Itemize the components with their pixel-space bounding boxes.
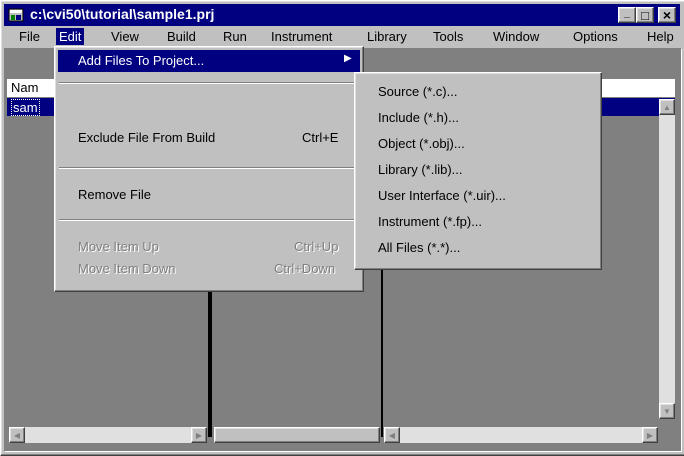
menu-window[interactable]: Window xyxy=(490,28,542,45)
submenu-arrow-icon: ▶ xyxy=(344,53,352,64)
menu-item-exclude-file[interactable]: Exclude File From Build Ctrl+E xyxy=(58,127,360,149)
menu-item-add-files-label: Add Files To Project... xyxy=(78,53,205,68)
menu-build[interactable]: Build xyxy=(164,28,199,45)
menu-library-label: Library xyxy=(367,29,407,44)
menu-tools-label: Tools xyxy=(433,29,464,44)
add-files-submenu: Source (*.c)... Include (*.h)... Object … xyxy=(354,72,602,270)
menu-run-label: Run xyxy=(223,29,247,44)
menu-help-label: Help xyxy=(647,29,674,44)
menu-options[interactable]: Options xyxy=(570,28,621,45)
submenu-item-all-files-label: All Files (*.*)... xyxy=(378,240,461,255)
menu-item-remove-file[interactable]: Remove File xyxy=(58,184,360,206)
scroll-right-button[interactable]: ▶ xyxy=(642,427,658,443)
maximize-button[interactable]: □ xyxy=(636,7,654,23)
minimize-button[interactable]: _ xyxy=(618,7,636,23)
arrow-down-icon: ▼ xyxy=(663,406,671,416)
arrow-left-icon: ◀ xyxy=(13,430,21,440)
menu-tools[interactable]: Tools xyxy=(430,28,466,45)
project-file-name: sam xyxy=(11,99,40,116)
horizontal-scrollbar[interactable]: ◀ ▶ xyxy=(384,427,658,443)
menu-run[interactable]: Run xyxy=(220,28,250,45)
submenu-item-user-interface-label: User Interface (*.uir)... xyxy=(378,188,506,203)
menu-instrument-label: Instrument xyxy=(271,29,333,44)
column-name-header[interactable]: Nam xyxy=(11,80,38,95)
menu-item-move-up[interactable]: Move Item Up Ctrl+Up xyxy=(58,237,360,257)
edit-menu: Add Files To Project... ▶ Exclude File F… xyxy=(54,46,364,292)
menu-separator xyxy=(59,219,359,221)
menu-view-label: View xyxy=(111,29,139,44)
cvi-project-icon xyxy=(8,8,24,22)
submenu-item-include-label: Include (*.h)... xyxy=(378,110,459,125)
submenu-item-object-label: Object (*.obj)... xyxy=(378,136,465,151)
menu-view[interactable]: View xyxy=(108,28,142,45)
menu-library[interactable]: Library xyxy=(364,28,410,45)
shortcut-ctrl-e: Ctrl+E xyxy=(302,130,339,145)
menu-item-move-down[interactable]: Move Item Down Ctrl+Down xyxy=(58,259,360,279)
minimize-icon: _ xyxy=(623,7,631,19)
submenu-item-source[interactable]: Source (*.c)... xyxy=(358,81,598,103)
scroll-up-button[interactable]: ▲ xyxy=(659,99,675,115)
horizontal-scrollbar[interactable]: ◀ ▶ xyxy=(9,427,207,443)
window-title: c:\cvi50\tutorial\sample1.prj xyxy=(30,6,215,22)
scroll-right-button[interactable]: ▶ xyxy=(191,427,207,443)
submenu-item-include[interactable]: Include (*.h)... xyxy=(358,107,598,129)
menu-edit[interactable]: Edit xyxy=(56,28,85,45)
scroll-left-button[interactable]: ◀ xyxy=(9,427,25,443)
menu-file-label: File xyxy=(19,29,40,44)
menu-help[interactable]: Help xyxy=(644,28,683,45)
horizontal-scrollbar[interactable] xyxy=(214,427,380,443)
scroll-thumb[interactable] xyxy=(214,427,380,443)
vertical-scrollbar[interactable]: ▲ ▼ xyxy=(659,99,675,419)
close-button[interactable]: × xyxy=(658,7,676,23)
arrow-right-icon: ▶ xyxy=(646,430,654,440)
menu-window-label: Window xyxy=(493,29,540,44)
submenu-item-source-label: Source (*.c)... xyxy=(378,84,458,99)
submenu-item-library-label: Library (*.lib)... xyxy=(378,162,463,177)
menu-item-add-files[interactable]: Add Files To Project... ▶ xyxy=(58,50,360,72)
shortcut-ctrl-up: Ctrl+Up xyxy=(294,239,339,254)
menu-item-move-down-label: Move Item Down xyxy=(78,261,176,276)
submenu-item-instrument[interactable]: Instrument (*.fp)... xyxy=(358,211,598,233)
arrow-up-icon: ▲ xyxy=(663,102,671,112)
arrow-right-icon: ▶ xyxy=(195,430,203,440)
shortcut-ctrl-down: Ctrl+Down xyxy=(274,261,336,276)
menu-instrument[interactable]: Instrument xyxy=(268,28,335,45)
maximize-icon: □ xyxy=(641,7,649,23)
arrow-left-icon: ◀ xyxy=(388,430,396,440)
scroll-left-button[interactable]: ◀ xyxy=(384,427,400,443)
menu-separator xyxy=(59,167,359,169)
menu-item-exclude-file-label: Exclude File From Build xyxy=(78,130,216,145)
scroll-down-button[interactable]: ▼ xyxy=(659,403,675,419)
menu-separator xyxy=(59,82,359,84)
submenu-item-library[interactable]: Library (*.lib)... xyxy=(358,159,598,181)
menu-bar: File Edit View Build Run Instrument Libr… xyxy=(4,26,680,47)
menu-item-move-up-label: Move Item Up xyxy=(78,239,159,254)
submenu-item-object[interactable]: Object (*.obj)... xyxy=(358,133,598,155)
menu-edit-label: Edit xyxy=(59,29,82,44)
title-bar[interactable]: c:\cvi50\tutorial\sample1.prj _ □ × xyxy=(4,4,680,26)
menu-file[interactable]: File xyxy=(16,28,43,45)
menu-item-remove-file-label: Remove File xyxy=(78,187,151,202)
submenu-item-user-interface[interactable]: User Interface (*.uir)... xyxy=(358,185,598,207)
submenu-item-all-files[interactable]: All Files (*.*)... xyxy=(358,237,598,259)
menu-options-label: Options xyxy=(573,29,618,44)
close-icon: × xyxy=(662,7,672,23)
menu-build-label: Build xyxy=(167,29,196,44)
submenu-item-instrument-label: Instrument (*.fp)... xyxy=(378,214,483,229)
